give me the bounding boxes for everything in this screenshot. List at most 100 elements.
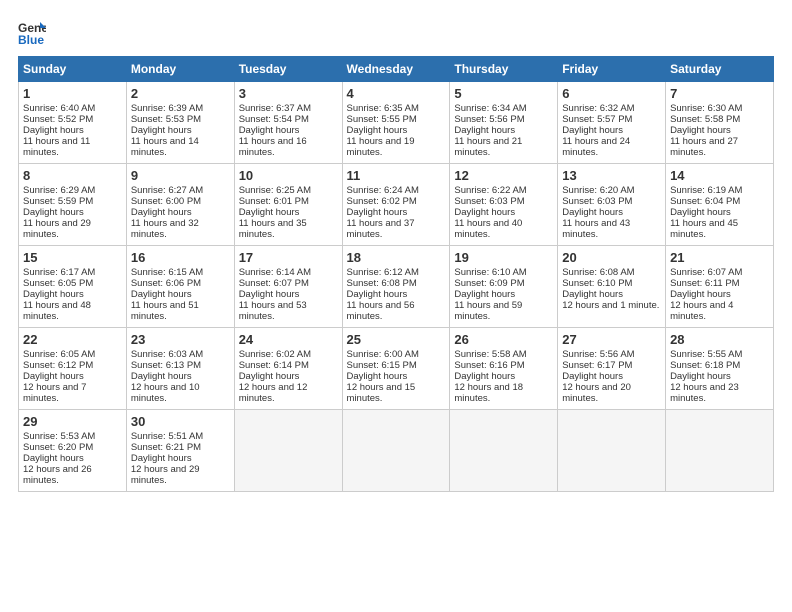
day-number: 30 bbox=[131, 414, 230, 429]
daylight-value: 12 hours and 29 minutes. bbox=[131, 464, 200, 486]
day-number: 29 bbox=[23, 414, 122, 429]
daylight-label: Daylight hours bbox=[239, 125, 300, 136]
daylight-value: 12 hours and 7 minutes. bbox=[23, 382, 86, 404]
day-cell: 10Sunrise: 6:25 AMSunset: 6:01 PMDayligh… bbox=[234, 164, 342, 246]
day-number: 15 bbox=[23, 250, 122, 265]
daylight-label: Daylight hours bbox=[670, 371, 731, 382]
day-number: 26 bbox=[454, 332, 553, 347]
sunset: Sunset: 6:14 PM bbox=[239, 360, 309, 371]
day-cell: 12Sunrise: 6:22 AMSunset: 6:03 PMDayligh… bbox=[450, 164, 558, 246]
day-number: 2 bbox=[131, 86, 230, 101]
daylight-value: 11 hours and 14 minutes. bbox=[131, 136, 199, 158]
day-number: 13 bbox=[562, 168, 661, 183]
sunrise: Sunrise: 6:24 AM bbox=[347, 185, 419, 196]
daylight-label: Daylight hours bbox=[562, 371, 623, 382]
sunset: Sunset: 6:13 PM bbox=[131, 360, 201, 371]
sunrise: Sunrise: 5:53 AM bbox=[23, 431, 95, 442]
sunset: Sunset: 5:52 PM bbox=[23, 114, 93, 125]
daylight-value: 11 hours and 29 minutes. bbox=[23, 218, 91, 240]
sunset: Sunset: 6:20 PM bbox=[23, 442, 93, 453]
sunrise: Sunrise: 6:27 AM bbox=[131, 185, 203, 196]
daylight-label: Daylight hours bbox=[131, 371, 192, 382]
header-row: SundayMondayTuesdayWednesdayThursdayFrid… bbox=[19, 57, 774, 82]
day-number: 5 bbox=[454, 86, 553, 101]
header-wednesday: Wednesday bbox=[342, 57, 450, 82]
daylight-label: Daylight hours bbox=[23, 125, 84, 136]
day-cell: 27Sunrise: 5:56 AMSunset: 6:17 PMDayligh… bbox=[558, 328, 666, 410]
sunset: Sunset: 6:03 PM bbox=[454, 196, 524, 207]
day-cell: 16Sunrise: 6:15 AMSunset: 6:06 PMDayligh… bbox=[126, 246, 234, 328]
day-number: 12 bbox=[454, 168, 553, 183]
day-number: 6 bbox=[562, 86, 661, 101]
day-cell: 15Sunrise: 6:17 AMSunset: 6:05 PMDayligh… bbox=[19, 246, 127, 328]
day-number: 8 bbox=[23, 168, 122, 183]
day-cell: 7 Sunrise: 6:30 AMSunset: 5:58 PMDaylight… bbox=[666, 82, 774, 164]
sunset: Sunset: 5:56 PM bbox=[454, 114, 524, 125]
daylight-value: 12 hours and 18 minutes. bbox=[454, 382, 523, 404]
sunset: Sunset: 6:10 PM bbox=[562, 278, 632, 289]
header-friday: Friday bbox=[558, 57, 666, 82]
daylight-label: Daylight hours bbox=[131, 453, 192, 464]
day-cell: 29 Sunrise: 5:53 AMSunset: 6:20 PMDayligh… bbox=[19, 410, 127, 492]
daylight-label: Daylight hours bbox=[23, 453, 84, 464]
sunrise: Sunrise: 6:30 AM bbox=[670, 103, 742, 114]
day-number: 27 bbox=[562, 332, 661, 347]
day-number: 20 bbox=[562, 250, 661, 265]
daylight-label: Daylight hours bbox=[670, 125, 731, 136]
daylight-label: Daylight hours bbox=[347, 289, 408, 300]
daylight-label: Daylight hours bbox=[562, 207, 623, 218]
daylight-value: 11 hours and 16 minutes. bbox=[239, 136, 307, 158]
week-row-5: 29Sunrise: 5:53 AMSunset: 6:20 PMDayligh… bbox=[19, 410, 774, 492]
sunset: Sunset: 6:05 PM bbox=[23, 278, 93, 289]
day-cell: 19Sunrise: 6:10 AMSunset: 6:09 PMDayligh… bbox=[450, 246, 558, 328]
logo: General Blue bbox=[18, 18, 50, 46]
day-cell bbox=[450, 410, 558, 492]
sunrise: Sunrise: 6:40 AM bbox=[23, 103, 95, 114]
daylight-value: 12 hours and 15 minutes. bbox=[347, 382, 416, 404]
day-cell: 17Sunrise: 6:14 AMSunset: 6:07 PMDayligh… bbox=[234, 246, 342, 328]
day-number: 22 bbox=[23, 332, 122, 347]
week-row-1: 1Sunrise: 6:40 AMSunset: 5:52 PMDaylight… bbox=[19, 82, 774, 164]
day-cell: 28Sunrise: 5:55 AMSunset: 6:18 PMDayligh… bbox=[666, 328, 774, 410]
sunset: Sunset: 5:59 PM bbox=[23, 196, 93, 207]
sunrise: Sunrise: 6:15 AM bbox=[131, 267, 203, 278]
daylight-value: 11 hours and 11 minutes. bbox=[23, 136, 90, 158]
daylight-label: Daylight hours bbox=[454, 371, 515, 382]
sunset: Sunset: 6:04 PM bbox=[670, 196, 740, 207]
header-thursday: Thursday bbox=[450, 57, 558, 82]
daylight-value: 12 hours and 10 minutes. bbox=[131, 382, 200, 404]
daylight-label: Daylight hours bbox=[23, 207, 84, 218]
day-cell bbox=[342, 410, 450, 492]
daylight-label: Daylight hours bbox=[239, 289, 300, 300]
daylight-value: 11 hours and 53 minutes. bbox=[239, 300, 307, 322]
sunset: Sunset: 6:02 PM bbox=[347, 196, 417, 207]
logo-icon: General Blue bbox=[18, 18, 46, 46]
sunrise: Sunrise: 6:07 AM bbox=[670, 267, 742, 278]
day-cell bbox=[666, 410, 774, 492]
day-cell: 2Sunrise: 6:39 AMSunset: 5:53 PMDaylight… bbox=[126, 82, 234, 164]
day-number: 18 bbox=[347, 250, 446, 265]
daylight-label: Daylight hours bbox=[670, 289, 731, 300]
day-cell bbox=[234, 410, 342, 492]
daylight-label: Daylight hours bbox=[562, 125, 623, 136]
daylight-label: Daylight hours bbox=[23, 289, 84, 300]
daylight-value: 11 hours and 35 minutes. bbox=[239, 218, 307, 240]
sunset: Sunset: 5:58 PM bbox=[670, 114, 740, 125]
day-number: 1 bbox=[23, 86, 122, 101]
sunrise: Sunrise: 5:51 AM bbox=[131, 431, 203, 442]
sunrise: Sunrise: 6:14 AM bbox=[239, 267, 311, 278]
week-row-2: 8Sunrise: 6:29 AMSunset: 5:59 PMDaylight… bbox=[19, 164, 774, 246]
day-number: 7 bbox=[670, 86, 769, 101]
daylight-value: 12 hours and 12 minutes. bbox=[239, 382, 308, 404]
day-cell: 22Sunrise: 6:05 AMSunset: 6:12 PMDayligh… bbox=[19, 328, 127, 410]
day-number: 25 bbox=[347, 332, 446, 347]
sunset: Sunset: 6:01 PM bbox=[239, 196, 309, 207]
sunrise: Sunrise: 6:12 AM bbox=[347, 267, 419, 278]
daylight-value: 11 hours and 32 minutes. bbox=[131, 218, 199, 240]
daylight-label: Daylight hours bbox=[131, 207, 192, 218]
sunrise: Sunrise: 6:35 AM bbox=[347, 103, 419, 114]
sunrise: Sunrise: 5:58 AM bbox=[454, 349, 526, 360]
header-monday: Monday bbox=[126, 57, 234, 82]
day-number: 3 bbox=[239, 86, 338, 101]
daylight-label: Daylight hours bbox=[23, 371, 84, 382]
